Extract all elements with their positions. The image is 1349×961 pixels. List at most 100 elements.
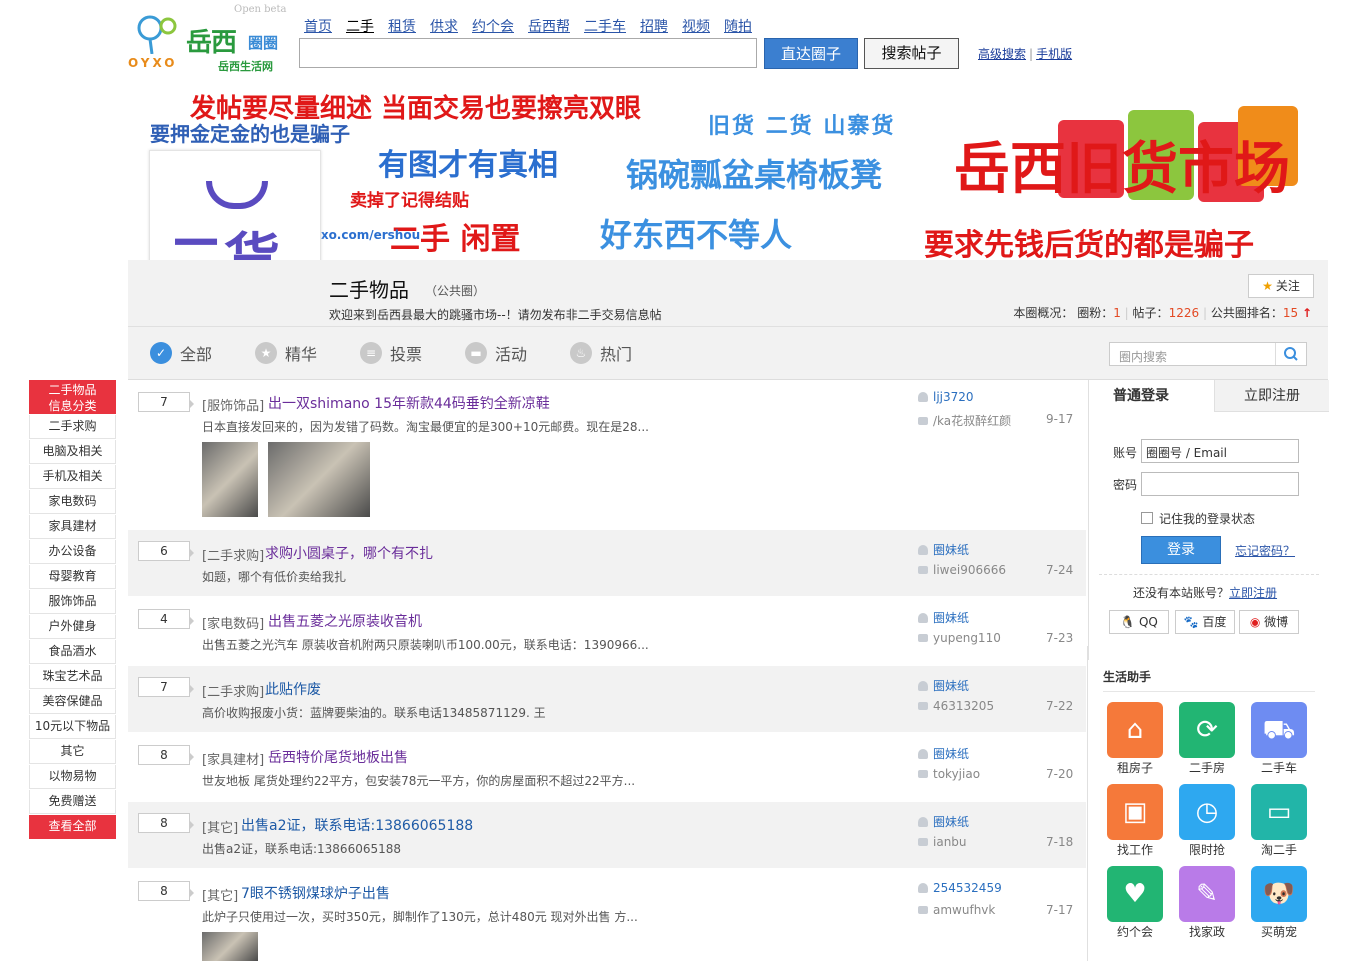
mobile-version-link[interactable]: 手机版 <box>1036 47 1072 61</box>
search-posts-button[interactable]: 搜索帖子 <box>864 38 959 69</box>
category-item[interactable]: 家电数码 <box>29 490 116 514</box>
helper-dating[interactable]: ♥ 约个会 <box>1106 866 1164 940</box>
qq-login-button[interactable]: 🐧 QQ <box>1109 610 1169 634</box>
nav-help[interactable]: 岳西帮 <box>528 16 570 36</box>
category-item[interactable]: 服饰饰品 <box>29 590 116 614</box>
thread-author[interactable]: ljj3720 <box>918 390 974 404</box>
refresh-house-icon: ⟳ <box>1179 702 1235 758</box>
tab-votes[interactable]: ≡ 投票 <box>360 341 422 365</box>
tab-essence[interactable]: ★ 精华 <box>255 341 317 365</box>
category-item[interactable]: 电脑及相关 <box>29 440 116 464</box>
baidu-login-button[interactable]: 🐾 百度 <box>1175 610 1235 634</box>
tab-normal-login[interactable]: 普通登录 <box>1089 380 1214 412</box>
thread-title[interactable]: 此贴作废 <box>265 679 321 699</box>
thread-photo[interactable] <box>268 442 370 517</box>
nav-rental[interactable]: 租赁 <box>388 16 416 36</box>
go-to-group-button[interactable]: 直达圈子 <box>764 38 858 69</box>
thread-author[interactable]: 圈妹纸 <box>918 541 969 558</box>
category-item[interactable]: 户外健身 <box>29 615 116 639</box>
thread-author[interactable]: 圈妹纸 <box>918 677 969 694</box>
helper-flash-sale[interactable]: ◷ 限时抢 <box>1178 784 1236 858</box>
user-icon <box>918 613 928 623</box>
reply-count: 8 <box>138 813 194 833</box>
weibo-login-button[interactable]: ◉ 微博 <box>1239 610 1299 634</box>
advanced-search-link[interactable]: 高级搜索 <box>978 47 1026 61</box>
thread-author[interactable]: 254532459 <box>918 881 1002 895</box>
thread-last-reply[interactable]: /ka花叔醉红颜 <box>918 412 1011 429</box>
thread-last-reply[interactable]: tokyjiao <box>918 767 980 781</box>
thread-category[interactable]: [二手求购] <box>202 545 264 564</box>
helper-find-job[interactable]: ▣ 找工作 <box>1106 784 1164 858</box>
category-item[interactable]: 以物易物 <box>29 765 116 789</box>
thread-title[interactable]: 岳西特价尾货地板出售 <box>268 747 408 767</box>
tab-all[interactable]: ✓ 全部 <box>150 341 212 365</box>
forgot-password-link[interactable]: 忘记密码？ <box>1235 542 1295 559</box>
tab-hot[interactable]: ♨ 热门 <box>570 341 632 365</box>
category-item[interactable]: 珠宝艺术品 <box>29 665 116 689</box>
nav-used-cars[interactable]: 二手车 <box>584 16 626 36</box>
category-item[interactable]: 母婴教育 <box>29 565 116 589</box>
tab-events[interactable]: ▬ 活动 <box>465 341 527 365</box>
category-item[interactable]: 10元以下物品 <box>29 715 116 739</box>
baidu-icon: 🐾 <box>1183 615 1199 629</box>
tab-register[interactable]: 立即注册 <box>1214 380 1329 412</box>
nav-jobs[interactable]: 招聘 <box>640 16 668 36</box>
nav-dating[interactable]: 约个会 <box>472 16 514 36</box>
helper-pets[interactable]: 🐶 买萌宠 <box>1250 866 1308 940</box>
remember-me-checkbox[interactable]: 记住我的登录状态 <box>1141 510 1255 527</box>
site-search-input[interactable] <box>299 38 757 68</box>
group-search-input[interactable]: 圈内搜索 <box>1109 342 1307 366</box>
thread-author[interactable]: 圈妹纸 <box>918 745 969 762</box>
thread-photo[interactable] <box>202 442 258 517</box>
nav-home[interactable]: 首页 <box>304 16 332 36</box>
thread-title[interactable]: 出一双shimano 15年新款44码垂钓全新凉鞋 <box>268 393 550 413</box>
category-item[interactable]: 手机及相关 <box>29 465 116 489</box>
thread-category[interactable]: [二手求购] <box>202 681 264 700</box>
category-item[interactable]: 二手求购 <box>29 415 116 439</box>
thread-last-reply[interactable]: amwufhvk <box>918 903 995 917</box>
password-field[interactable] <box>1141 472 1299 496</box>
account-field[interactable]: 圈圈号 / Email <box>1141 439 1299 463</box>
thread-last-reply[interactable]: 46313205 <box>918 699 994 713</box>
thread-last-reply[interactable]: ianbu <box>918 835 967 849</box>
category-item[interactable]: 食品酒水 <box>29 640 116 664</box>
thread-last-reply[interactable]: yupeng110 <box>918 631 1001 645</box>
thread-category[interactable]: [其它] <box>202 885 238 904</box>
thread-author[interactable]: 圈妹纸 <box>918 609 969 626</box>
banner-text-9: 要求先钱后货的都是骗子 <box>924 228 1254 260</box>
thread-category[interactable]: [其它] <box>202 817 238 836</box>
comment-icon <box>918 906 928 914</box>
thread-category[interactable]: [家具建材] <box>202 749 264 768</box>
nav-secondhand[interactable]: 二手 <box>346 16 374 36</box>
helper-used-house[interactable]: ⟳ 二手房 <box>1178 702 1236 776</box>
nav-supply[interactable]: 供求 <box>430 16 458 36</box>
helper-secondhand[interactable]: ▭ 淘二手 <box>1250 784 1308 858</box>
site-logo[interactable]: Open beta 岳西 圈圈 OYXO 岳西生活网 <box>128 4 293 74</box>
category-item[interactable]: 其它 <box>29 740 116 764</box>
thread-category[interactable]: [服饰饰品] <box>202 395 264 414</box>
nav-snapshots[interactable]: 随拍 <box>724 16 752 36</box>
view-all-categories-button[interactable]: 查看全部 <box>29 815 116 839</box>
helper-housekeeping[interactable]: ✎ 找家政 <box>1178 866 1236 940</box>
thread-title[interactable]: 7眼不锈钢煤球炉子出售 <box>241 883 390 903</box>
category-item[interactable]: 美容保健品 <box>29 690 116 714</box>
user-icon <box>918 392 928 402</box>
category-item[interactable]: 办公设备 <box>29 540 116 564</box>
follow-button[interactable]: ★ 关注 <box>1248 274 1314 298</box>
thread-title[interactable]: 求购小圆桌子，哪个有不扎 <box>265 543 433 563</box>
register-link[interactable]: 立即注册 <box>1229 586 1277 600</box>
category-item[interactable]: 免费赠送 <box>29 790 116 814</box>
thread-title[interactable]: 出售a2证，联系电话:13866065188 <box>241 815 473 835</box>
thread-last-reply[interactable]: liwei906666 <box>918 563 1006 577</box>
login-button[interactable]: 登录 <box>1141 536 1221 564</box>
search-icon[interactable] <box>1275 343 1306 365</box>
nav-video[interactable]: 视频 <box>682 16 710 36</box>
thread-category[interactable]: [家电数码] <box>202 613 264 632</box>
thread-title[interactable]: 出售五菱之光原装收音机 <box>268 611 422 631</box>
helper-used-car[interactable]: ⛟ 二手车 <box>1250 702 1308 776</box>
category-item[interactable]: 家具建材 <box>29 515 116 539</box>
thread-author[interactable]: 圈妹纸 <box>918 813 969 830</box>
helper-rent-house[interactable]: ⌂ 租房子 <box>1106 702 1164 776</box>
thread-date: 9-17 <box>1046 412 1074 426</box>
thread-photo[interactable] <box>202 932 258 961</box>
